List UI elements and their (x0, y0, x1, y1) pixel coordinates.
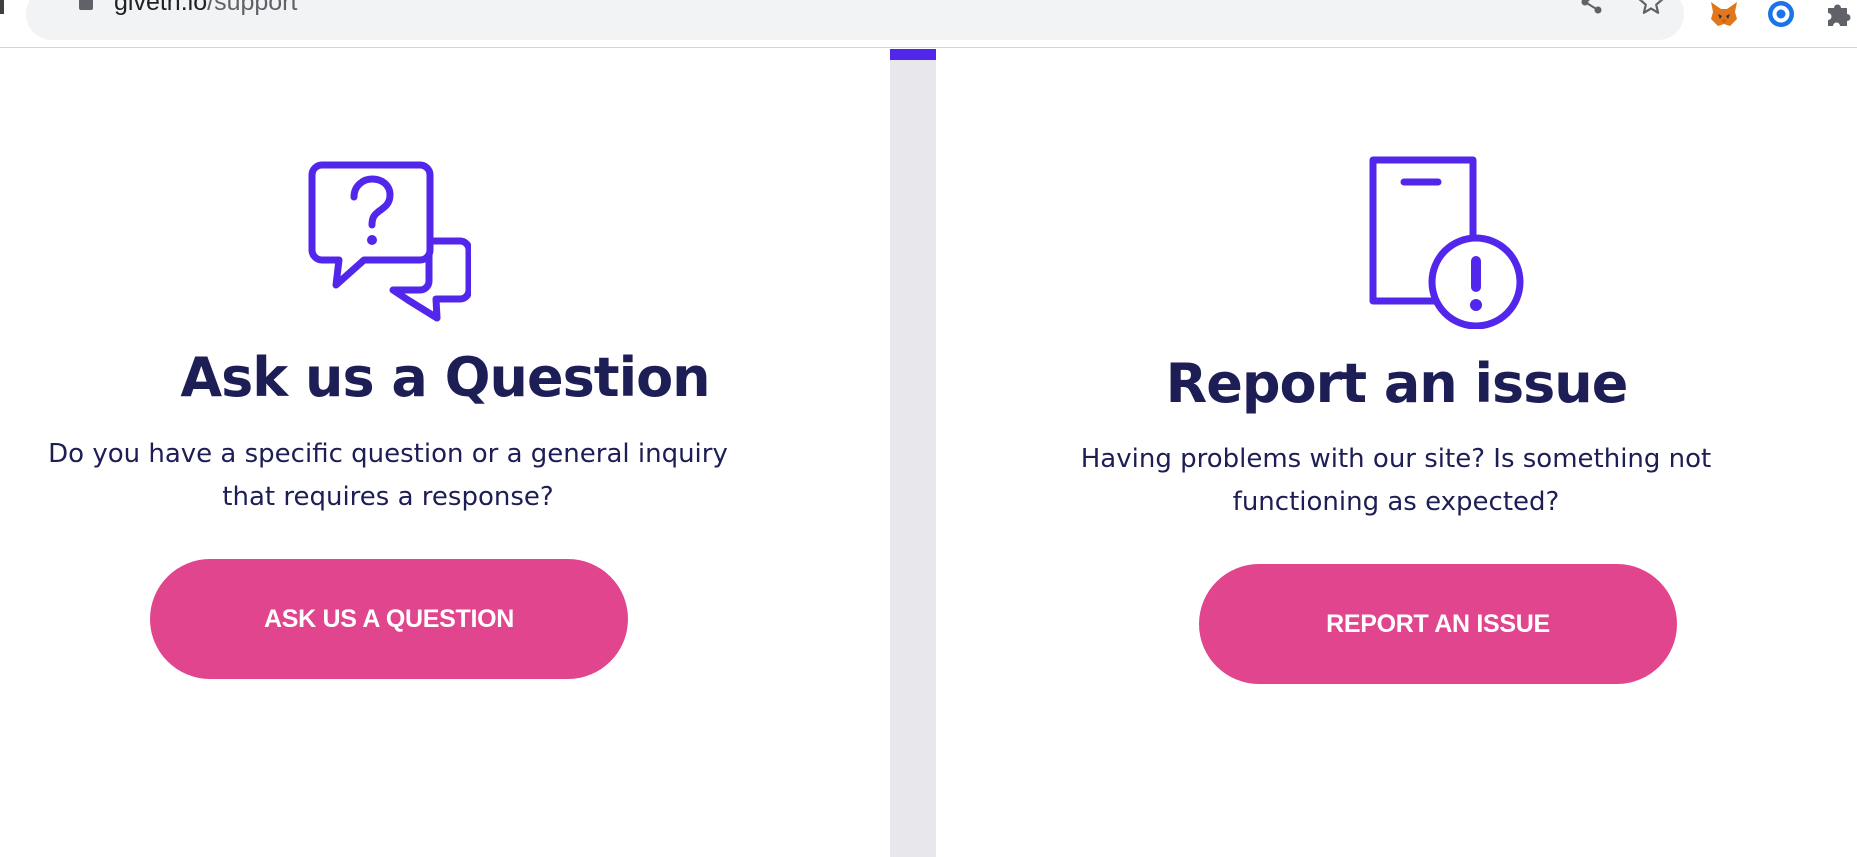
star-icon[interactable] (1636, 0, 1666, 16)
card-description: Do you have a specific question or a gen… (38, 433, 738, 519)
phone-alert-icon (1368, 155, 1524, 334)
scrollbar-thumb[interactable] (890, 49, 936, 60)
question-chat-icon (307, 161, 473, 328)
scrollbar-track[interactable] (890, 49, 936, 857)
description-line: Having problems with our site? Is someth… (1080, 444, 1712, 474)
url-path: /support (207, 0, 298, 16)
url-text[interactable]: giveth.io/support (114, 0, 297, 15)
address-bar[interactable]: giveth.io/support (26, 0, 1684, 40)
card-title: Report an issue (1165, 352, 1629, 415)
description-line: that requires a response? (222, 482, 554, 512)
puzzle-extensions-icon[interactable] (1822, 0, 1854, 28)
share-icon[interactable] (1577, 0, 1607, 16)
ask-question-card: Ask us a Question Do you have a specific… (0, 49, 890, 857)
ask-question-button[interactable]: ASK US A QUESTION (150, 559, 628, 679)
description-line: functioning as expected? (1232, 487, 1560, 517)
metamask-extension-icon[interactable] (1708, 0, 1740, 28)
support-page: Ask us a Question Do you have a specific… (0, 49, 1857, 857)
url-host: giveth.io (114, 0, 208, 16)
lock-icon[interactable] (78, 0, 94, 11)
card-description: Having problems with our site? Is someth… (1046, 438, 1746, 524)
report-issue-button[interactable]: REPORT AN ISSUE (1199, 564, 1677, 684)
extension-icon[interactable] (1765, 0, 1797, 28)
description-line: Do you have a specific question or a gen… (48, 439, 728, 469)
browser-toolbar: giveth.io/support (0, 0, 1857, 48)
report-issue-card: Report an issue Having problems with our… (936, 49, 1857, 857)
window-edge-mark (0, 0, 4, 14)
card-title: Ask us a Question (180, 346, 710, 409)
